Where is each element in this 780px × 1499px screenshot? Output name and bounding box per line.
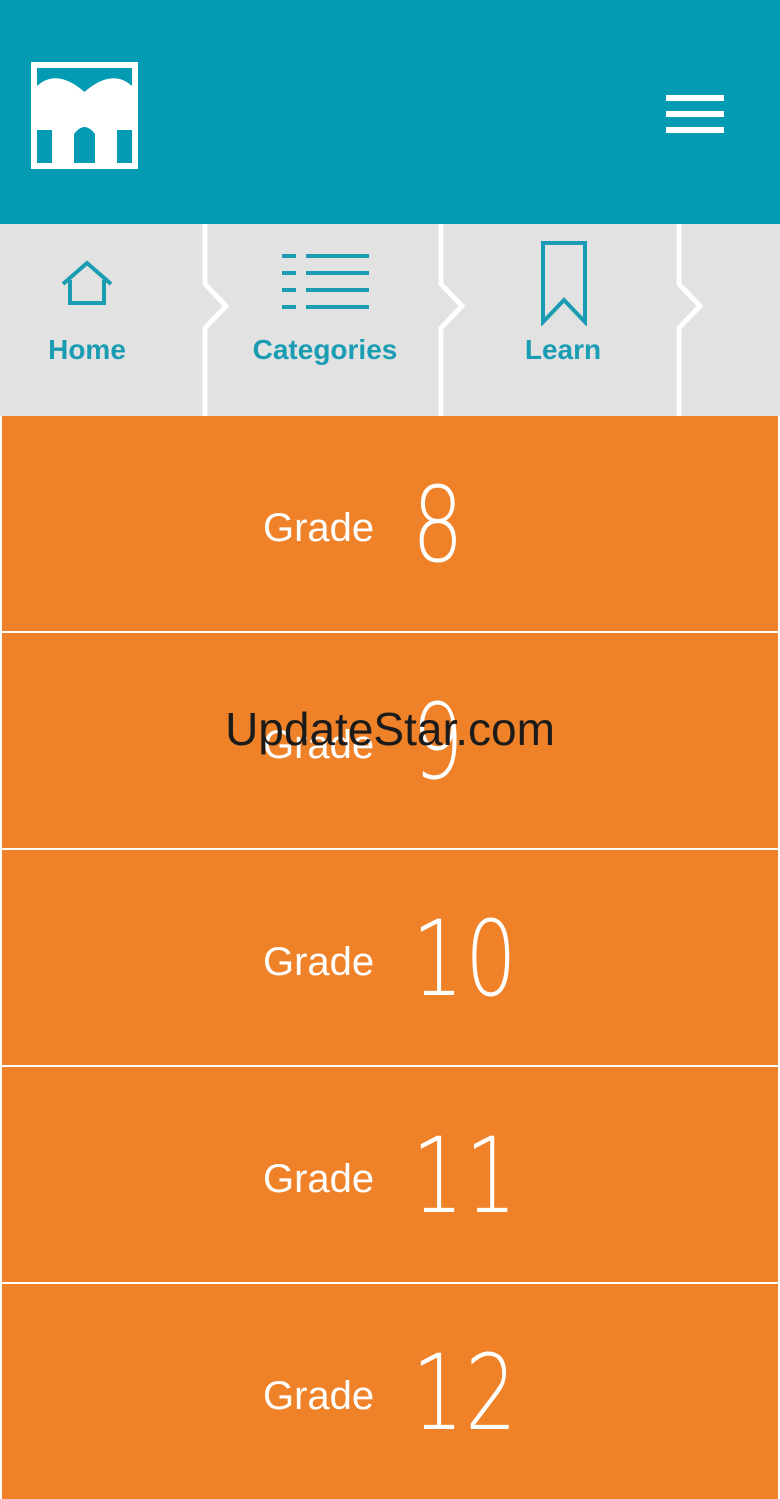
grade-number: 8 [412,464,466,586]
breadcrumb-home[interactable]: Home [0,224,174,416]
list-icon [282,254,369,309]
breadcrumb-label: Categories [252,334,398,365]
grade-number: 12 [412,1332,519,1454]
grade-label: Grade [263,940,375,984]
app-logo[interactable] [31,62,138,169]
grade-item-12[interactable]: Grade 12 [2,1284,778,1499]
watermark-text: UpdateStar.com [225,703,555,755]
breadcrumb-label: Home [48,334,126,365]
grade-label: Grade [263,506,375,550]
grade-label: Grade [263,1157,375,1201]
hamburger-menu-icon[interactable] [664,93,726,137]
bookmark-icon [541,241,587,326]
menu-line [666,95,724,101]
breadcrumb-categories[interactable]: Categories [224,224,426,416]
grade-item-10[interactable]: Grade 10 [2,850,778,1065]
breadcrumb-label: Learn [524,334,602,365]
breadcrumb-separator [676,224,704,416]
grade-number: 11 [412,1115,519,1237]
home-icon [61,260,113,305]
grade-item-11[interactable]: Grade 11 [2,1067,778,1282]
logo-icon [31,62,138,169]
grade-label: Grade [263,1374,375,1418]
menu-line [666,111,724,117]
app-header [0,0,780,224]
menu-line [666,127,724,133]
breadcrumb: Home Categories Learn [0,224,780,416]
breadcrumb-learn[interactable]: Learn [462,224,664,416]
grade-number: 10 [412,898,519,1020]
grade-item-8[interactable]: Grade 8 [2,416,778,631]
